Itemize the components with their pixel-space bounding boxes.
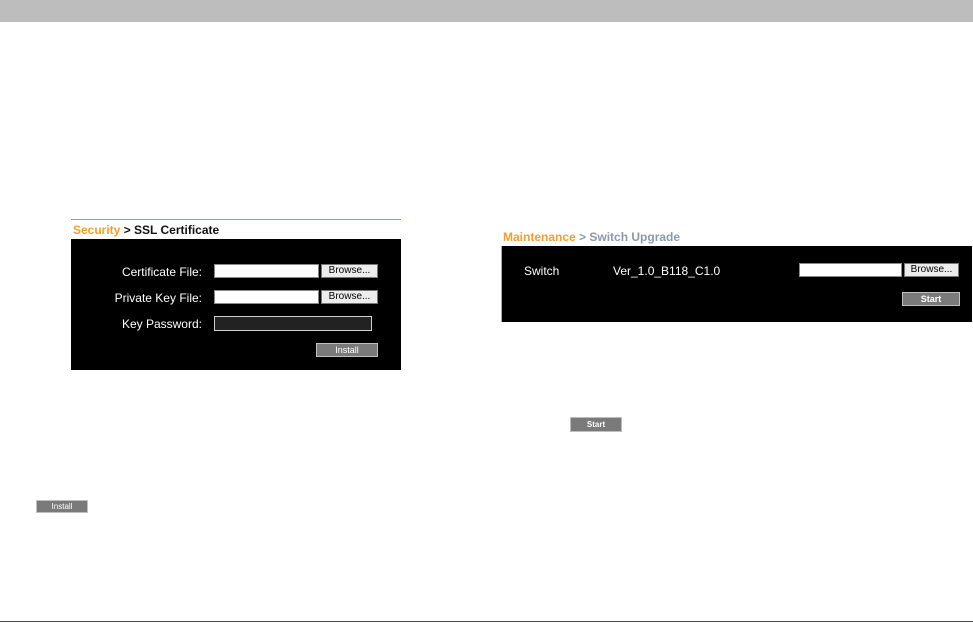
private-key-file-input[interactable] (214, 290, 319, 304)
start-button-illustration: Start (570, 417, 622, 432)
breadcrumb-ssl-certificate: SSL Certificate (134, 223, 220, 237)
top-header-bar (0, 0, 973, 22)
certificate-file-label: Certificate File: (121, 265, 202, 279)
key-password-label: Key Password: (121, 317, 202, 331)
private-key-file-label: Private Key File: (114, 291, 202, 305)
breadcrumb-switch-upgrade: Switch Upgrade (589, 230, 681, 244)
firmware-file-input[interactable] (799, 263, 902, 277)
firmware-version: Ver_1.0_B118_C1.0 (613, 264, 721, 278)
install-button-illustration: Install (36, 500, 88, 513)
private-key-browse-button[interactable]: Browse... (321, 290, 378, 304)
ssl-breadcrumb: Security > SSL Certificate (71, 219, 401, 239)
key-password-input[interactable] (214, 316, 372, 331)
device-label: Switch (524, 264, 560, 278)
start-button[interactable]: Start (902, 292, 960, 306)
firmware-browse-button[interactable]: Browse... (904, 263, 959, 277)
certificate-browse-button[interactable]: Browse... (321, 264, 378, 278)
breadcrumb-separator: > (575, 230, 590, 244)
ssl-certificate-panel: Certificate File: Browse... Private Key … (71, 239, 401, 370)
certificate-file-input[interactable] (214, 264, 319, 278)
upgrade-breadcrumb: Maintenance > Switch Upgrade (501, 228, 971, 246)
switch-upgrade-panel: Switch Ver_1.0_B118_C1.0 Browse... Start (501, 246, 972, 322)
install-button[interactable]: Install (316, 343, 378, 357)
breadcrumb-security[interactable]: Security (73, 223, 120, 237)
breadcrumb-maintenance[interactable]: Maintenance (503, 230, 576, 244)
breadcrumb-separator: > (120, 223, 135, 237)
footer-divider (0, 621, 973, 622)
